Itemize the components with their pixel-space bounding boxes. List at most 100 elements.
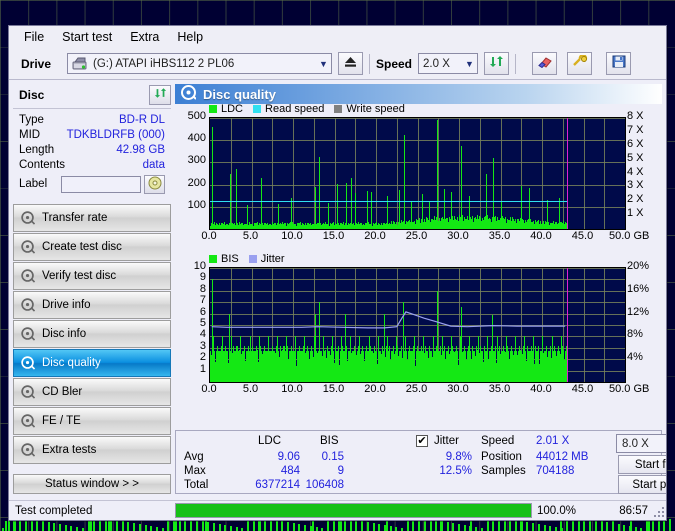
- disc-label-button[interactable]: [144, 174, 165, 194]
- wallpaper-spike: [36, 520, 38, 531]
- nav-button-extra-tests[interactable]: Extra tests: [13, 436, 171, 464]
- wallpaper-spike: [669, 519, 671, 531]
- start-part-button[interactable]: Start part: [618, 475, 666, 494]
- y2-axis-tick: 3 X: [627, 179, 644, 192]
- grid-line-horizontal: [210, 140, 625, 142]
- eject-button[interactable]: [338, 52, 363, 75]
- disc-info-list: Type BD-R DL MID TDKBLDRFB (000) Length …: [13, 108, 171, 199]
- disc-row-value: TDKBLDRFB (000): [66, 128, 165, 141]
- nav-button-disc-info[interactable]: Disc info: [13, 320, 171, 348]
- menu-item-start-test[interactable]: Start test: [53, 28, 121, 46]
- nav-button-transfer-rate[interactable]: Transfer rate: [13, 204, 171, 232]
- data-spike: [337, 183, 338, 229]
- erase-button[interactable]: [532, 52, 558, 75]
- grid-line-vertical: [272, 118, 274, 229]
- y-axis-tick: 7: [199, 294, 206, 307]
- wallpaper-spike: [635, 527, 637, 531]
- results-jitter-max: 12.5%: [439, 465, 472, 477]
- data-spike: [236, 169, 237, 229]
- start-full-button[interactable]: Start full: [618, 455, 666, 474]
- wallpaper-spike: [367, 522, 369, 531]
- resize-grip[interactable]: [652, 505, 664, 517]
- nav-button-drive-info[interactable]: Drive info: [13, 291, 171, 319]
- chevron-down-icon[interactable]: ▼: [316, 54, 331, 73]
- nav-button-label: Transfer rate: [42, 212, 108, 224]
- menu-item-extra[interactable]: Extra: [121, 28, 168, 46]
- ldc-plot-area[interactable]: [209, 117, 626, 230]
- y2-axis-tick: 4%: [627, 351, 643, 364]
- nav-button-cd-bler[interactable]: CD Bler: [13, 378, 171, 406]
- legend-swatch: [253, 105, 262, 113]
- bis-plot-area[interactable]: [209, 267, 626, 383]
- grid-line-vertical: [479, 118, 481, 229]
- wallpaper-spike: [538, 524, 540, 531]
- grid-line-vertical: [396, 118, 398, 229]
- panel-title-label: Disc quality: [203, 86, 276, 102]
- wallpaper-spike: [156, 527, 158, 531]
- y2-axis-tick: 16%: [627, 282, 650, 295]
- disc-label-input[interactable]: [61, 175, 141, 193]
- wallpaper-spike: [65, 525, 67, 531]
- grid-line-vertical: [604, 118, 606, 229]
- data-spike: [212, 126, 213, 229]
- end-position-marker: [566, 268, 568, 382]
- disc-icon: [21, 356, 35, 370]
- data-spike: [291, 198, 292, 229]
- menu-item-file[interactable]: File: [15, 28, 53, 46]
- status-text: Test completed: [15, 504, 93, 517]
- jitter-checkbox[interactable]: ✔: [416, 435, 428, 447]
- progress-bar-fill: [176, 504, 531, 517]
- drive-select[interactable]: (G:) ATAPI iHBS112 2 PL06 ▼: [67, 53, 332, 74]
- grid-line-vertical: [438, 118, 440, 229]
- wallpaper-spike: [395, 527, 397, 531]
- results-samples-value: 704188: [536, 465, 575, 477]
- disc-refresh-button[interactable]: [149, 85, 171, 105]
- disc-icon: [21, 414, 35, 428]
- y-axis-tick: 1: [199, 362, 206, 375]
- tools-button[interactable]: [567, 52, 593, 75]
- x-axis-tick: 20.0: [364, 383, 386, 395]
- ldc-chart-legend: LDC Read speed Write speed: [209, 103, 411, 115]
- disc-label-key: Label: [19, 178, 48, 190]
- x-axis-tick: 15.0: [322, 383, 345, 395]
- wallpaper-spike: [298, 524, 300, 531]
- wallpaper-spike: [441, 521, 443, 531]
- wallpaper-spike: [150, 526, 152, 531]
- data-spike: [351, 178, 352, 229]
- speed-select[interactable]: 2.0 X ▼: [418, 53, 479, 74]
- wallpaper-spike: [287, 522, 289, 531]
- wallpaper-spike: [116, 520, 118, 531]
- y2-axis-tick: 4 X: [627, 165, 644, 178]
- legend-swatch: [209, 255, 217, 263]
- refresh-button[interactable]: [484, 52, 510, 75]
- data-spike: [437, 120, 438, 229]
- bis-chart-legend: BIS Jitter: [209, 253, 291, 265]
- y-axis-tick: 6: [199, 305, 206, 318]
- toolbar-separator-2: [515, 53, 517, 74]
- nav-button-fe-te[interactable]: FE / TE: [13, 407, 171, 435]
- wallpaper-spike: [532, 523, 534, 531]
- disc-icon: [21, 298, 35, 312]
- nav-button-disc-quality[interactable]: Disc quality: [13, 349, 171, 377]
- x-axis-tick: 50.0 GB: [609, 230, 650, 242]
- tools-icon: [572, 53, 588, 73]
- menu-item-help[interactable]: Help: [168, 28, 212, 46]
- wallpaper-spike: [276, 520, 278, 531]
- disc-icon: [21, 385, 35, 399]
- legend-swatch: [209, 105, 217, 113]
- test-speed-select[interactable]: 8.0 X ▼: [616, 434, 666, 453]
- y2-axis-tick: 8 X: [627, 110, 644, 122]
- disc-row-label: Label: [19, 173, 165, 195]
- disc-row-key: MID: [19, 128, 41, 141]
- wallpaper-spike: [59, 524, 61, 531]
- x-axis-tick: 45.0: [571, 383, 594, 395]
- save-button[interactable]: [606, 52, 632, 75]
- nav-button-verify-test-disc[interactable]: Verify test disc: [13, 262, 171, 290]
- legend-label: Read speed: [265, 103, 325, 115]
- nav-button-create-test-disc[interactable]: Create test disc: [13, 233, 171, 261]
- wallpaper-spike: [139, 524, 141, 531]
- grid-line-horizontal: [210, 184, 625, 186]
- status-window-button[interactable]: Status window > >: [13, 474, 171, 494]
- disc-row-key: Type: [19, 113, 44, 126]
- chevron-down-icon[interactable]: ▼: [462, 54, 477, 73]
